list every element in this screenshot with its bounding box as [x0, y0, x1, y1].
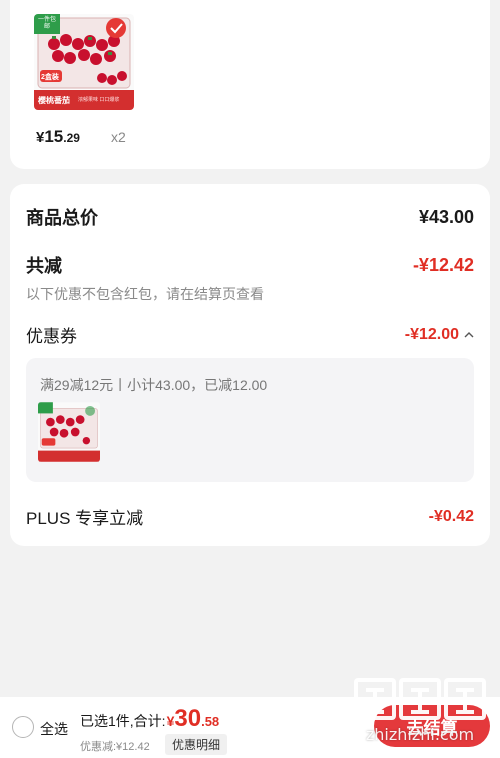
total-price-row: 商品总价 ¥43.00 — [26, 204, 474, 230]
coupon-detail-box: 满29减12元丨小计43.00，已减12.00 — [26, 358, 474, 482]
product-image[interactable]: 一件包邮 2盒装 樱桃番茄 浓郁果味 口口爆浆 — [34, 14, 134, 110]
coupon-label: 优惠券 — [26, 327, 77, 346]
price-currency: ¥ — [36, 129, 45, 146]
selected-count-text: 已选1件,合计: — [80, 713, 166, 729]
reduction-value: -¥12.42 — [412, 254, 474, 275]
total-decimal: .58 — [201, 714, 220, 729]
price-integer: 15 — [44, 127, 64, 146]
reduction-label: 共减 — [26, 256, 62, 276]
product-image-caption: 浓郁果味 口口爆浆 — [78, 97, 120, 103]
total-integer: 30 — [174, 705, 202, 732]
product-price: ¥ 15 .29 — [36, 127, 80, 147]
coupon-row[interactable]: 优惠券 -¥12.00 — [26, 322, 474, 347]
price-summary-card: 商品总价 ¥43.00 共减 -¥12.42 以下优惠不包含红包，请在结算页查看… — [10, 184, 490, 546]
discount-total-text: 优惠减:¥12.42 — [80, 741, 150, 753]
chevron-up-icon[interactable] — [464, 331, 474, 339]
price-decimal: .29 — [63, 131, 80, 145]
checkout-button[interactable]: 去结算 — [374, 705, 490, 747]
select-all-radio[interactable] — [12, 716, 34, 738]
product-quantity: x2 — [111, 129, 126, 145]
plus-discount-label: PLUS 专享立减 — [26, 509, 144, 528]
coupon-value: -¥12.00 — [404, 325, 459, 343]
plus-discount-row: PLUS 专享立减 -¥0.42 — [26, 504, 474, 529]
select-all-label[interactable]: 全选 — [40, 719, 68, 739]
coupon-detail-text: 满29减12元丨小计43.00，已减12.00 — [40, 377, 268, 393]
total-price-value: ¥43.00 — [418, 206, 474, 227]
cherry-tomato-thumbnail-image — [38, 402, 100, 462]
reduction-note: 以下优惠不包含红包，请在结算页查看 — [26, 286, 264, 302]
total-currency: ¥ — [166, 713, 175, 729]
coupon-value-group[interactable]: -¥12.00 — [405, 326, 474, 344]
plus-discount-value: -¥0.42 — [428, 507, 474, 525]
cart-item-card: 一件包邮 2盒装 樱桃番茄 浓郁果味 口口爆浆 ¥ 15 .29 x2 — [10, 0, 490, 169]
coupon-product-thumbnail — [38, 402, 100, 462]
product-image-sub: 2盒装 — [41, 74, 59, 81]
discount-detail-button[interactable]: 优惠明细 — [165, 734, 228, 755]
checkout-bar: 全选 已选1件,合计: ¥ 30 .58 优惠减:¥12.42 优惠明细 去结算 — [0, 697, 500, 758]
total-line: 已选1件,合计: ¥ 30 .58 — [80, 705, 219, 733]
product-image-badge: 一件包邮 — [37, 17, 56, 30]
total-price-label: 商品总价 — [26, 208, 98, 228]
product-image-label: 樱桃番茄 — [38, 96, 70, 105]
reduction-row: 共减 -¥12.42 — [26, 252, 474, 278]
